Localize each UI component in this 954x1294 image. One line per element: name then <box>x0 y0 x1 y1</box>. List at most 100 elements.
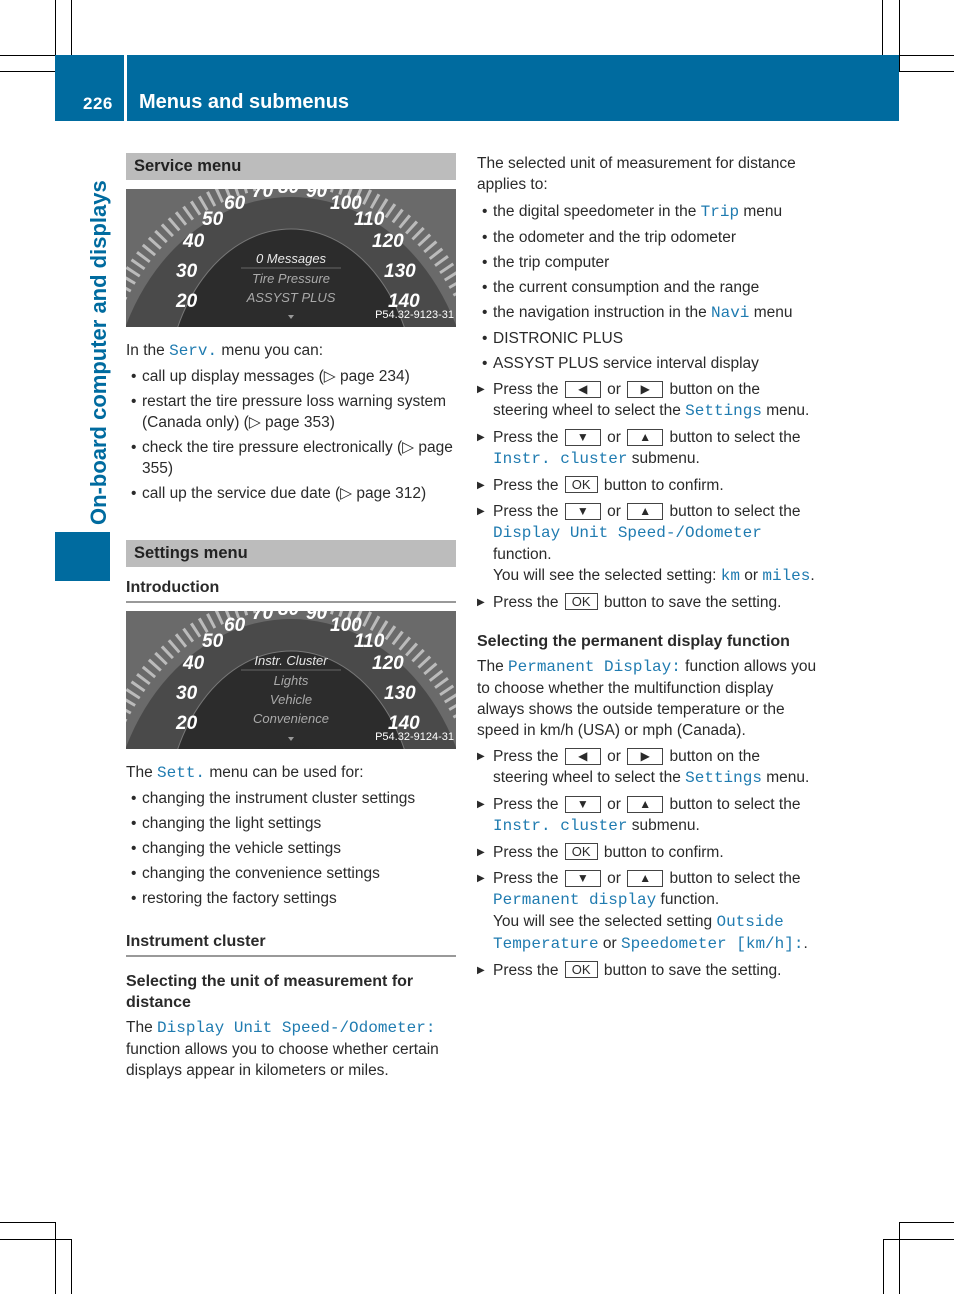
text: The <box>126 764 158 781</box>
dial-number: 50 <box>202 631 224 652</box>
step: Press the ◀ or ▶ button on the steering … <box>477 746 817 789</box>
dial-number: 40 <box>182 231 205 252</box>
service-menu-cluster-image: 20 30 40 50 60 70 80 90 100 110 120 130 … <box>126 189 456 327</box>
perm-steps: Press the ◀ or ▶ button on the steering … <box>477 746 817 981</box>
text: the navigation instruction in the <box>493 304 711 321</box>
crop-mark <box>71 1239 72 1294</box>
text: menu. <box>761 769 810 786</box>
text: or <box>602 381 626 398</box>
text: menu you can: <box>217 342 324 359</box>
text: or <box>602 870 626 887</box>
step: Press the ▼ or ▲ button to select the In… <box>477 794 817 837</box>
dial-number: 110 <box>354 209 385 230</box>
down-button-icon: ▼ <box>564 503 601 520</box>
right-button-icon: ▶ <box>627 381 664 398</box>
text: or <box>602 796 626 813</box>
section-heading-settings-menu: Settings menu <box>126 540 456 567</box>
text: Press the <box>493 796 563 813</box>
text: button to confirm. <box>599 844 724 861</box>
image-code: P54.32-9124-31 <box>375 731 454 743</box>
text: or <box>602 748 626 765</box>
up-button-icon: ▲ <box>627 503 664 520</box>
up-button-icon: ▲ <box>627 870 664 887</box>
list-item: DISTRONIC PLUS <box>477 328 817 349</box>
step: Press the ▼ or ▲ button to select the In… <box>477 427 817 470</box>
crop-mark <box>55 1222 56 1294</box>
crop-mark <box>899 1222 954 1223</box>
crop-mark <box>71 0 72 55</box>
text: button to select the <box>665 870 801 887</box>
text: button to select the <box>665 503 801 520</box>
text: menu. <box>761 402 810 419</box>
dial-number: 90 <box>306 611 328 624</box>
text: Press the <box>493 962 563 979</box>
text: button to save the setting. <box>599 594 782 611</box>
step: Press the OK button to save the setting. <box>477 592 817 613</box>
text: You will see the selected setting: <box>493 567 721 584</box>
list-item: the navigation instruction in the Navi m… <box>477 302 817 324</box>
dial-number: 80 <box>278 189 300 198</box>
text: The <box>126 1019 158 1036</box>
text: function. <box>493 546 552 563</box>
step: Press the OK button to confirm. <box>477 475 817 496</box>
section-heading-service-menu: Service menu <box>126 153 456 180</box>
crop-mark <box>0 71 55 72</box>
crop-mark <box>899 0 900 71</box>
text: submenu. <box>627 450 700 467</box>
text: Press the <box>493 870 563 887</box>
text: Press the <box>493 381 563 398</box>
text: You will see the selected setting <box>493 913 717 930</box>
dial-number: 120 <box>372 231 404 252</box>
dial-number: 50 <box>202 209 224 230</box>
menu-code: Display Unit Speed-/Odometer <box>493 524 762 542</box>
text: function. <box>656 891 720 908</box>
step: Press the OK button to confirm. <box>477 842 817 863</box>
up-button-icon: ▲ <box>627 796 664 813</box>
left-column: Service menu 20 30 40 50 60 70 80 90 100… <box>126 153 456 1081</box>
ok-button-icon: OK <box>564 593 598 610</box>
perm-intro: The Permanent Display: function allows y… <box>477 656 817 741</box>
text: button to confirm. <box>599 477 724 494</box>
page-number: 226 <box>83 94 113 113</box>
display-line-selected: 0 Messages <box>256 251 327 266</box>
text: or <box>598 935 622 952</box>
up-button-icon: ▲ <box>627 429 664 446</box>
menu-code: Permanent display <box>493 891 657 909</box>
display-line-selected: Instr. Cluster <box>254 653 328 668</box>
text: button to select the <box>665 796 801 813</box>
list-item: the digital speedometer in the Trip menu <box>477 201 817 223</box>
dial-number: 80 <box>278 611 300 620</box>
text: Press the <box>493 748 563 765</box>
text: the digital speedometer in the <box>493 203 701 220</box>
settings-menu-cluster-image: 20 30 40 50 60 70 80 90 100 110 120 130 … <box>126 611 456 749</box>
right-button-icon: ▶ <box>627 748 664 765</box>
menu-code: Instr. cluster <box>493 817 628 835</box>
side-tab-label: On-board computer and displays <box>86 180 111 525</box>
text: menu <box>749 304 793 321</box>
list-item: changing the instrument cluster settings <box>126 788 456 809</box>
settings-intro: The Sett. menu can be used for: <box>126 762 456 784</box>
text: . <box>803 935 808 952</box>
setting-code: miles <box>762 567 811 585</box>
text: Press the <box>493 477 563 494</box>
step: Press the ▼ or ▲ button to select the Di… <box>477 501 817 587</box>
ok-button-icon: OK <box>564 476 598 493</box>
unit-steps: Press the ◀ or ▶ button on the steering … <box>477 379 817 613</box>
menu-code-serv: Serv. <box>169 342 218 360</box>
text: or <box>602 429 626 446</box>
display-line: Lights <box>274 673 309 688</box>
image-code: P54.32-9123-31 <box>375 309 454 321</box>
dial-number: 130 <box>384 683 416 704</box>
service-intro: In the Serv. menu you can: <box>126 340 456 362</box>
text: Press the <box>493 594 563 611</box>
applies-bullets: the digital speedometer in the Trip menu… <box>477 201 817 374</box>
left-button-icon: ◀ <box>564 748 601 765</box>
function-code: Permanent Display: <box>508 658 681 676</box>
menu-code-trip: Trip <box>700 203 740 221</box>
crop-mark <box>55 0 56 55</box>
subheading-instrument-cluster: Instrument cluster <box>126 931 456 957</box>
side-tab-marker <box>55 532 110 581</box>
list-item: call up display messages (▷ page 234) <box>126 366 456 387</box>
text: menu <box>739 203 783 220</box>
text: . <box>810 567 815 584</box>
